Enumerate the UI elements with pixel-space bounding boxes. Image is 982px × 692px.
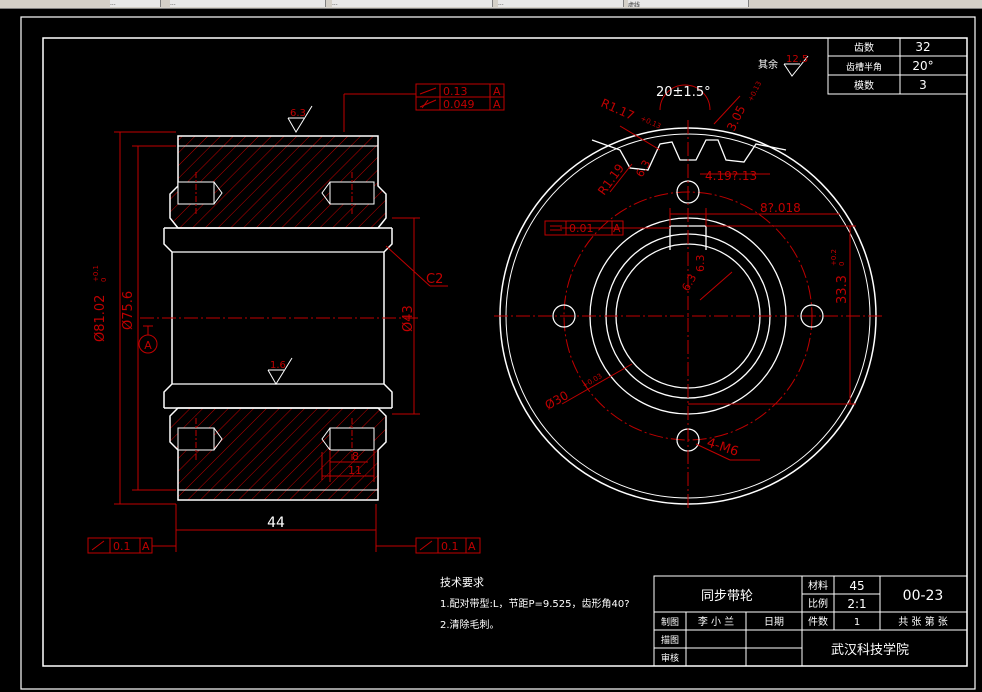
left-section-view xyxy=(140,135,420,501)
dim-r117-tol: +0.13 xyxy=(639,115,662,131)
tech-req-line2: 2.清除毛刺。 xyxy=(440,618,500,631)
dim-outer-diameter: Ø81.02 xyxy=(93,295,108,342)
svg-text:其余: 其余 xyxy=(758,58,778,71)
tolerance-frame-top: 0.13 A 0.049 A xyxy=(415,83,505,111)
dim-outer-tol2: 0 xyxy=(100,278,108,282)
dim-r119: R1.19 xyxy=(595,161,627,198)
dim-keyway-depth: 33.3 xyxy=(835,275,850,304)
svg-text:0.049: 0.049 xyxy=(443,98,475,111)
param-value: 32 xyxy=(915,40,930,54)
roughness-top: 6.3 xyxy=(287,105,313,133)
sheets-label: 共 张 第 张 xyxy=(898,615,948,628)
param-label: 模数 xyxy=(854,79,874,92)
outer-frame xyxy=(20,16,976,690)
tech-req-line1: 1.配对带型:L，节距P=9.525，齿形角40? xyxy=(440,597,630,610)
svg-text:A: A xyxy=(493,85,501,98)
check-label: 审核 xyxy=(661,652,679,664)
dim-keyway-depth-tol: +0.2 xyxy=(830,249,838,266)
runout-frame-left: 0.1 A xyxy=(87,537,176,554)
dim-305-tol: +0.13 xyxy=(747,80,764,103)
roughness-other: 其余 12.5 xyxy=(758,54,809,77)
drawing-number: 00-23 xyxy=(903,588,944,604)
dim-tooth-angle: 20±1.5° xyxy=(656,85,711,100)
svg-text:6.3: 6.3 xyxy=(290,108,306,119)
svg-text:0.1: 0.1 xyxy=(113,540,131,553)
dim-depth-11: 11 xyxy=(348,464,362,477)
part-name: 同步带轮 xyxy=(701,589,753,604)
dim-outer-tol: +0.1 xyxy=(92,265,100,282)
drawn-name: 李 小 兰 xyxy=(698,615,734,628)
dim-chamfer: C2 xyxy=(426,272,443,287)
rough-keyway-2: 6.3 xyxy=(679,272,699,294)
svg-text:A: A xyxy=(493,98,501,111)
right-dimensions xyxy=(560,84,856,461)
date-label: 日期 xyxy=(764,616,784,628)
material-value: 45 xyxy=(849,579,864,593)
param-value: 3 xyxy=(919,78,927,92)
rough-keyway: 6.3 xyxy=(694,255,707,273)
dim-keyway-depth-tol2: 0 xyxy=(838,262,846,266)
runout-frame-right: 0.1 A xyxy=(376,537,481,554)
inner-frame xyxy=(42,37,968,667)
dim-hub-diameter: Ø75.6 xyxy=(121,291,136,330)
dim-depth-8: 8 xyxy=(352,450,359,463)
material-label: 材料 xyxy=(808,579,828,592)
svg-text:A: A xyxy=(144,339,152,352)
scale-value: 2:1 xyxy=(847,597,866,611)
datum-a-marker: A xyxy=(138,325,158,354)
rough-tooth: 6.3 xyxy=(633,158,653,180)
dim-bore: Ø43 xyxy=(401,305,416,332)
dim-bore-30: Ø30 xyxy=(543,388,571,412)
dim-key-width: 8?.018 xyxy=(760,201,801,215)
dim-width: 44 xyxy=(267,515,285,531)
dim-r117: R1.17 xyxy=(599,96,637,123)
qty-value: 1 xyxy=(854,617,860,628)
svg-text:0.01: 0.01 xyxy=(569,222,594,235)
qty-label: 件数 xyxy=(808,615,828,628)
svg-text:A: A xyxy=(142,540,150,553)
drawn2-label: 描图 xyxy=(661,634,679,646)
dim-419: 4.19?.13 xyxy=(705,169,757,183)
cad-drawing-canvas[interactable]: 齿数 32 齿槽半角 20° 模数 3 其余 12.5 0.13 A 0.049… xyxy=(0,0,982,692)
svg-text:12.5: 12.5 xyxy=(786,54,808,65)
svg-text:A: A xyxy=(468,540,476,553)
svg-text:1.6: 1.6 xyxy=(270,360,286,371)
tech-req-title: 技术要求 xyxy=(440,576,484,589)
param-label: 齿槽半角 xyxy=(846,61,882,73)
svg-text:0.13: 0.13 xyxy=(443,85,468,98)
svg-text:A: A xyxy=(613,222,621,235)
dim-305: 3.05 xyxy=(724,103,748,133)
right-end-view xyxy=(494,120,882,510)
params-table: 齿数 32 齿槽半角 20° 模数 3 xyxy=(827,37,968,95)
svg-text:0.1: 0.1 xyxy=(441,540,459,553)
drawn-label: 制图 xyxy=(661,616,679,628)
param-value: 20° xyxy=(912,59,933,73)
scale-label: 比例 xyxy=(808,597,828,610)
school-name: 武汉科技学院 xyxy=(831,642,909,658)
param-label: 齿数 xyxy=(854,41,874,54)
roughness-bore: 1.6 xyxy=(267,357,293,385)
